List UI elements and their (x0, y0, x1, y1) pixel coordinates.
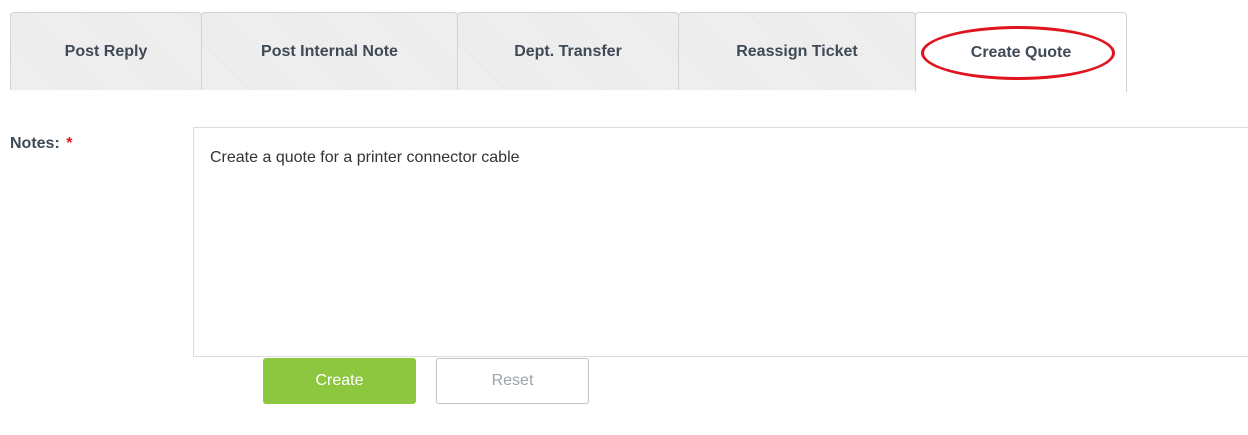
notes-label-text: Notes: (10, 135, 60, 152)
required-indicator: * (66, 135, 73, 152)
tab-create-quote[interactable]: Create Quote (915, 12, 1127, 92)
tab-label: Reassign Ticket (736, 42, 858, 60)
reset-button[interactable]: Reset (436, 358, 589, 404)
create-button[interactable]: Create (263, 358, 416, 404)
notes-label: Notes: * (10, 135, 72, 153)
tab-post-reply[interactable]: Post Reply (10, 12, 202, 90)
reset-button-label: Reset (491, 372, 534, 389)
tab-label: Dept. Transfer (514, 42, 622, 60)
tab-label: Create Quote (970, 43, 1072, 61)
notes-value: Create a quote for a printer connector c… (210, 149, 520, 166)
ticket-action-tabs: Post Reply Post Internal Note Dept. Tran… (10, 12, 1248, 92)
tab-label: Post Internal Note (261, 42, 398, 60)
notes-textarea[interactable]: Create a quote for a printer connector c… (193, 127, 1248, 357)
tab-dept-transfer[interactable]: Dept. Transfer (457, 12, 679, 90)
create-button-label: Create (315, 372, 364, 389)
tab-reassign-ticket[interactable]: Reassign Ticket (678, 12, 916, 90)
tab-post-internal-note[interactable]: Post Internal Note (201, 12, 458, 90)
tab-label: Post Reply (64, 42, 148, 60)
